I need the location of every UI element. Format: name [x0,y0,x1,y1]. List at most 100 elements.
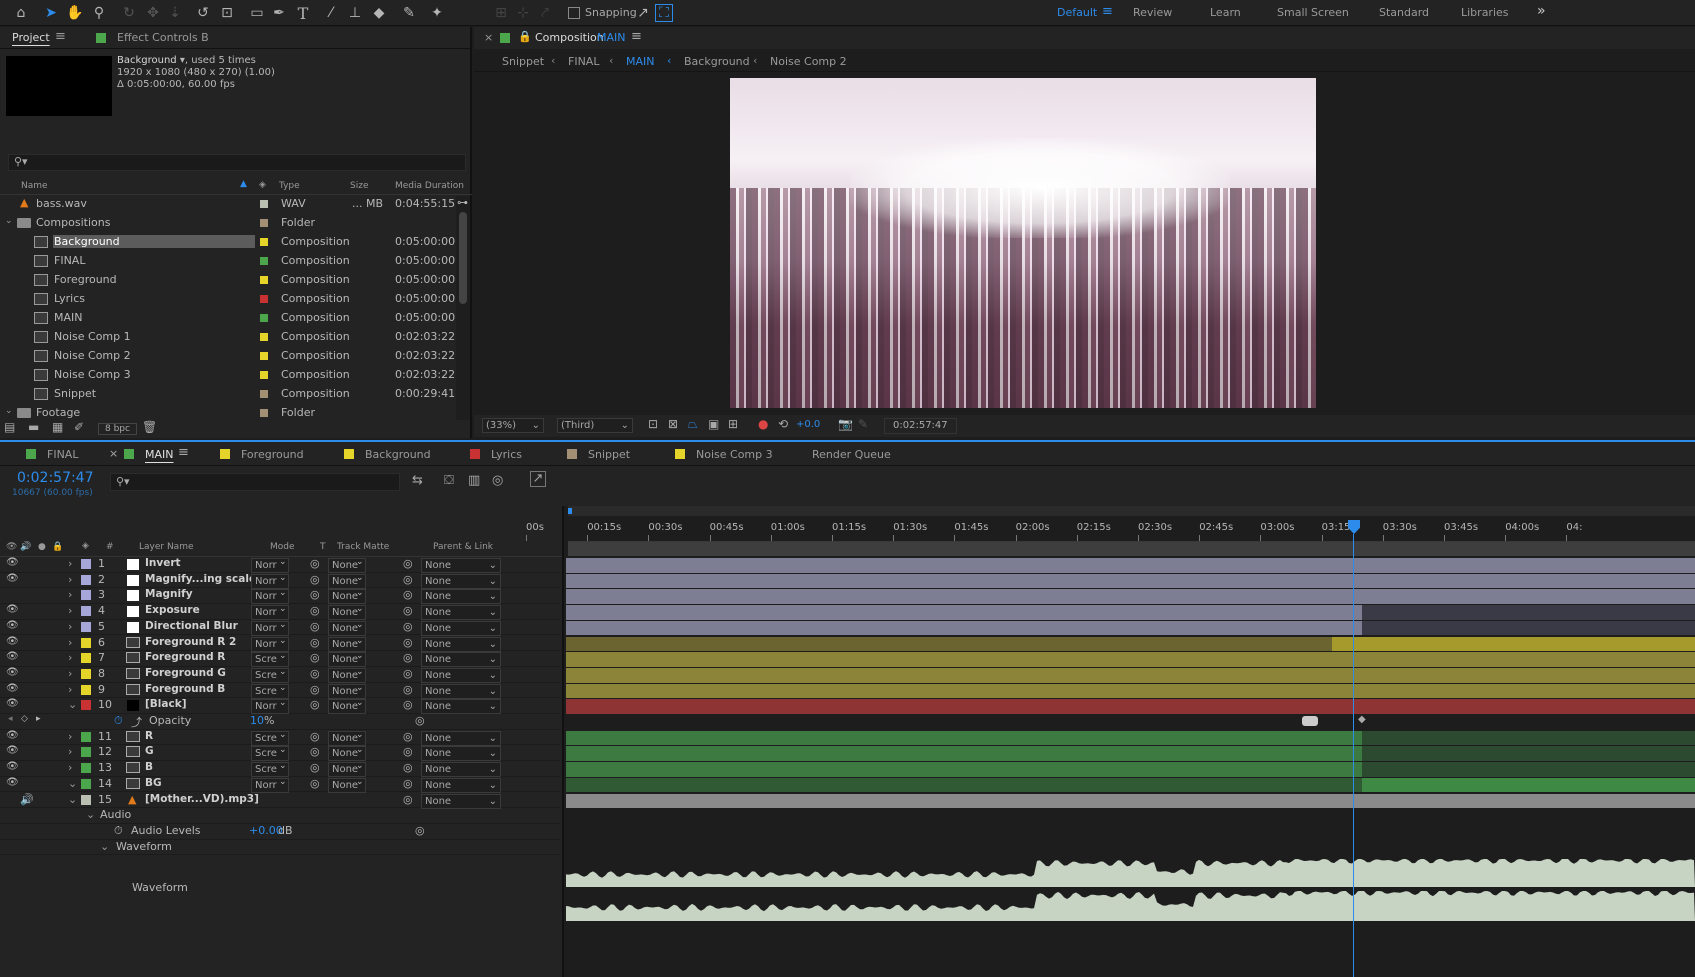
axis-local-icon[interactable]: ⊞ [490,2,512,24]
disclosure-icon[interactable]: ⌄ [5,406,13,416]
disclosure-icon[interactable]: › [68,557,72,570]
workspace-review[interactable]: Review [1133,6,1172,19]
work-area-bar[interactable] [568,542,1695,556]
opacity-value[interactable]: 10 [250,714,264,727]
graph-icon[interactable]: ⤴ [131,714,142,730]
layer-label-swatch[interactable] [81,700,91,711]
disclosure-icon[interactable]: › [68,730,72,743]
layer-duration-bar[interactable] [566,620,1695,636]
layer-row[interactable]: 👁 ⌄ 10 [Black] Norr ⌄ ◎ None ⌄ ◎ None ⌄ [0,698,560,715]
parent-dropdown[interactable]: None ⌄ [421,558,501,573]
project-item[interactable]: Background Composition 0:05:00:00 [0,234,455,251]
property-group-waveform[interactable]: ⌄ Waveform [0,840,560,856]
timeline-panel-menu-icon[interactable]: ≡ [178,445,189,460]
project-item[interactable]: Snippet Composition 0:00:29:41 [0,386,455,403]
layer-duration-bar[interactable] [566,589,1695,605]
show-snapshot-icon[interactable]: ✎ [858,417,868,431]
preserve-transparency-icon[interactable]: ◎ [310,588,320,601]
pickwhip-icon[interactable]: ◎ [403,636,413,649]
disclosure-icon[interactable]: › [68,620,72,633]
disclosure-icon[interactable]: ⌄ [68,777,77,790]
project-item[interactable]: Noise Comp 1 Composition 0:02:03:22 [0,329,455,346]
layer-duration-bar[interactable] [566,793,1695,809]
layer-name[interactable]: Magnify...ing scale) [145,573,261,585]
col-media-duration[interactable]: Media Duration [395,181,464,191]
preserve-transparency-icon[interactable]: ◎ [310,620,320,633]
snap-edges-icon[interactable]: ↗ [632,2,654,24]
label-col-icon[interactable]: ◈ [82,541,89,551]
preserve-transparency-icon[interactable]: ◎ [310,604,320,617]
label-swatch[interactable] [260,238,268,246]
layer-duration-bar[interactable] [566,762,1695,777]
pickwhip-icon[interactable]: ◎ [403,698,413,711]
axis-world-icon[interactable]: ⊹ [512,2,534,24]
disclosure-icon[interactable]: › [68,588,72,601]
parent-dropdown[interactable]: None ⌄ [421,777,501,793]
timeline-tab[interactable]: Background [365,448,431,461]
add-keyframe-icon[interactable]: ◇ [21,714,28,724]
layer-name[interactable]: BG [145,777,162,789]
layer-row[interactable]: 👁 › 9 Foreground B Scre ⌄ ◎ None ⌄ ◎ None ⌄ [0,683,560,699]
parent-dropdown[interactable]: None ⌄ [421,683,501,699]
layer-duration-bar[interactable] [566,652,1695,667]
pickwhip-icon[interactable]: ◎ [403,588,413,601]
disclosure-icon[interactable]: ⌄ [68,698,77,711]
stopwatch-icon[interactable]: ⏱ [114,824,123,838]
parent-dropdown[interactable]: None ⌄ [421,793,501,809]
project-scrollbar[interactable]: ⊶ [456,196,470,420]
label-swatch[interactable] [260,333,268,341]
parent-dropdown[interactable]: None ⌄ [421,636,501,652]
channels-icon[interactable]: ● [758,417,768,431]
label-swatch[interactable] [260,295,268,303]
solo-switch-icon[interactable]: ● [38,542,46,552]
timeline-tab[interactable]: FINAL [47,448,78,461]
trash-icon[interactable]: 🗑 [142,420,157,434]
disclosure-icon[interactable]: › [68,667,72,680]
layer-duration-bar[interactable] [566,558,1695,573]
audio-switch-icon[interactable]: 🔊 [20,542,31,552]
keyframe-marker[interactable]: ◆ [1358,714,1366,725]
layer-label-swatch[interactable] [81,653,91,664]
label-swatch[interactable] [260,390,268,398]
disclosure-icon[interactable]: › [68,651,72,664]
disclosure-icon[interactable]: › [68,604,72,617]
preserve-transparency-icon[interactable]: ◎ [310,730,320,743]
layer-name[interactable]: Foreground R 2 [145,636,236,648]
sort-asc-icon[interactable]: ▲ [240,179,247,189]
layer-name[interactable]: [Black] [145,698,187,710]
orbit-tool-icon[interactable]: ↻ [118,2,140,24]
prev-keyframe-icon[interactable]: ◂ [8,714,13,724]
project-scrollbar-thumb[interactable] [459,212,467,304]
eye-icon[interactable]: 👁 [6,745,19,756]
expression-pickwhip-icon[interactable]: ◎ [415,824,425,837]
snap-features-icon[interactable]: ⛶ [655,4,673,22]
col-layer-name[interactable]: Layer Name [139,542,194,552]
comp-tab-label[interactable]: Composition [535,31,604,44]
snapping-checkbox[interactable] [568,7,580,19]
layer-name[interactable]: Directional Blur [145,620,238,632]
preserve-transparency-icon[interactable]: ◎ [310,557,320,570]
parent-dropdown[interactable]: None ⌄ [421,605,501,621]
preserve-transparency-icon[interactable]: ◎ [310,683,320,696]
close-tab-icon[interactable]: × [109,447,118,460]
preserve-transparency-icon[interactable]: ◎ [310,651,320,664]
col-type[interactable]: Type [279,181,300,191]
interpret-footage-icon[interactable]: ▤ [4,420,15,434]
timeline-tab[interactable]: MAIN [145,448,174,461]
resolution-dropdown[interactable]: (Third) ⌄ [557,418,633,433]
project-item[interactable]: Foreground Composition 0:05:00:00 [0,272,455,289]
pickwhip-icon[interactable]: ◎ [403,730,413,743]
parent-dropdown[interactable]: None ⌄ [421,652,501,668]
navigator-start-handle[interactable] [568,508,572,514]
layer-row[interactable]: › 3 Magnify Norr ⌄ ◎ None ⌄ ◎ None ⌄ [0,588,560,605]
col-name[interactable]: Name [21,181,48,191]
layer-label-swatch[interactable] [81,590,91,601]
parent-dropdown[interactable]: None ⌄ [421,573,501,589]
disclosure-icon[interactable]: › [68,761,72,774]
layer-label-swatch[interactable] [81,684,91,695]
eye-icon[interactable]: 👁 [6,730,19,741]
reset-exposure-icon[interactable]: ⟲ [778,417,788,431]
disclosure-icon[interactable]: ⌄ [68,793,77,806]
layer-label-swatch[interactable] [81,731,91,742]
rotate-tool-icon[interactable]: ↺ [192,2,214,24]
